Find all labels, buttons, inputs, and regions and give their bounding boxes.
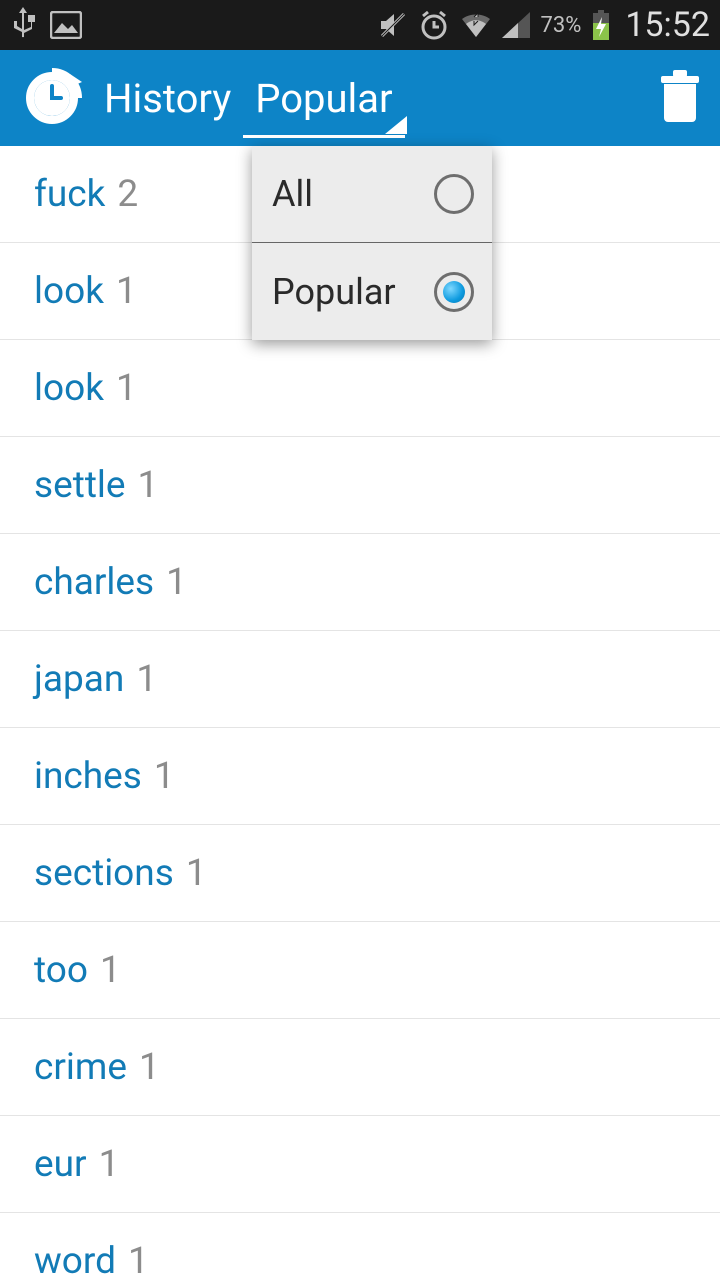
list-item[interactable]: eur 1 — [0, 1116, 720, 1213]
history-clock-icon[interactable] — [22, 68, 82, 128]
term-text: word — [34, 1240, 116, 1280]
term-text: crime — [34, 1046, 127, 1089]
signal-icon — [502, 12, 530, 38]
list-item[interactable]: japan 1 — [0, 631, 720, 728]
clock: 15:52 — [625, 5, 710, 45]
dropdown-option-label: Popular — [272, 271, 396, 313]
term-text: charles — [34, 561, 154, 604]
dropdown-option-label: All — [272, 173, 313, 215]
list-item[interactable]: settle 1 — [0, 437, 720, 534]
term-text: inches — [34, 755, 142, 798]
usb-icon — [10, 7, 36, 43]
term-text: sections — [34, 852, 174, 895]
alarm-icon — [418, 9, 450, 41]
mute-icon — [378, 10, 408, 40]
list-item[interactable]: inches 1 — [0, 728, 720, 825]
term-text: eur — [34, 1143, 87, 1186]
tab-history-label: History — [104, 75, 231, 122]
count-text: 1 — [116, 270, 137, 313]
list-item[interactable]: crime 1 — [0, 1019, 720, 1116]
filter-dropdown: All Popular — [252, 146, 492, 340]
dropdown-option-popular[interactable]: Popular — [252, 243, 492, 340]
list-item[interactable]: too 1 — [0, 922, 720, 1019]
count-text: 1 — [100, 949, 121, 992]
count-text: 1 — [136, 658, 157, 701]
tab-popular-label: Popular — [255, 75, 392, 122]
count-text: 1 — [186, 852, 207, 895]
radio-unchecked-icon[interactable] — [434, 174, 474, 214]
delete-button[interactable] — [658, 70, 702, 126]
tab-popular[interactable]: Popular — [243, 50, 404, 146]
radio-checked-icon[interactable] — [434, 272, 474, 312]
count-text: 1 — [138, 464, 159, 507]
count-text: 1 — [154, 755, 175, 798]
wifi-icon — [460, 11, 492, 39]
battery-percent: 73% — [540, 13, 581, 38]
tab-history[interactable]: History — [92, 50, 243, 146]
count-text: 1 — [99, 1143, 120, 1186]
list-item[interactable]: look 1 — [0, 340, 720, 437]
term-text: settle — [34, 464, 126, 507]
count-text: 1 — [116, 367, 137, 410]
term-text: look — [34, 270, 104, 313]
term-text: too — [34, 949, 88, 992]
term-text: fuck — [34, 173, 105, 216]
app-header: History Popular — [0, 50, 720, 146]
count-text: 2 — [117, 173, 138, 216]
status-bar: 73% 15:52 — [0, 0, 720, 50]
list-item[interactable]: charles 1 — [0, 534, 720, 631]
picture-icon — [50, 11, 82, 39]
dropdown-indicator-icon — [385, 116, 407, 134]
count-text: 1 — [128, 1240, 149, 1280]
battery-charging-icon — [591, 9, 611, 41]
term-text: look — [34, 367, 104, 410]
list-item[interactable]: word 1 — [0, 1213, 720, 1280]
list-item[interactable]: sections 1 — [0, 825, 720, 922]
dropdown-option-all[interactable]: All — [252, 146, 492, 243]
count-text: 1 — [139, 1046, 160, 1089]
count-text: 1 — [166, 561, 187, 604]
term-text: japan — [34, 658, 124, 701]
